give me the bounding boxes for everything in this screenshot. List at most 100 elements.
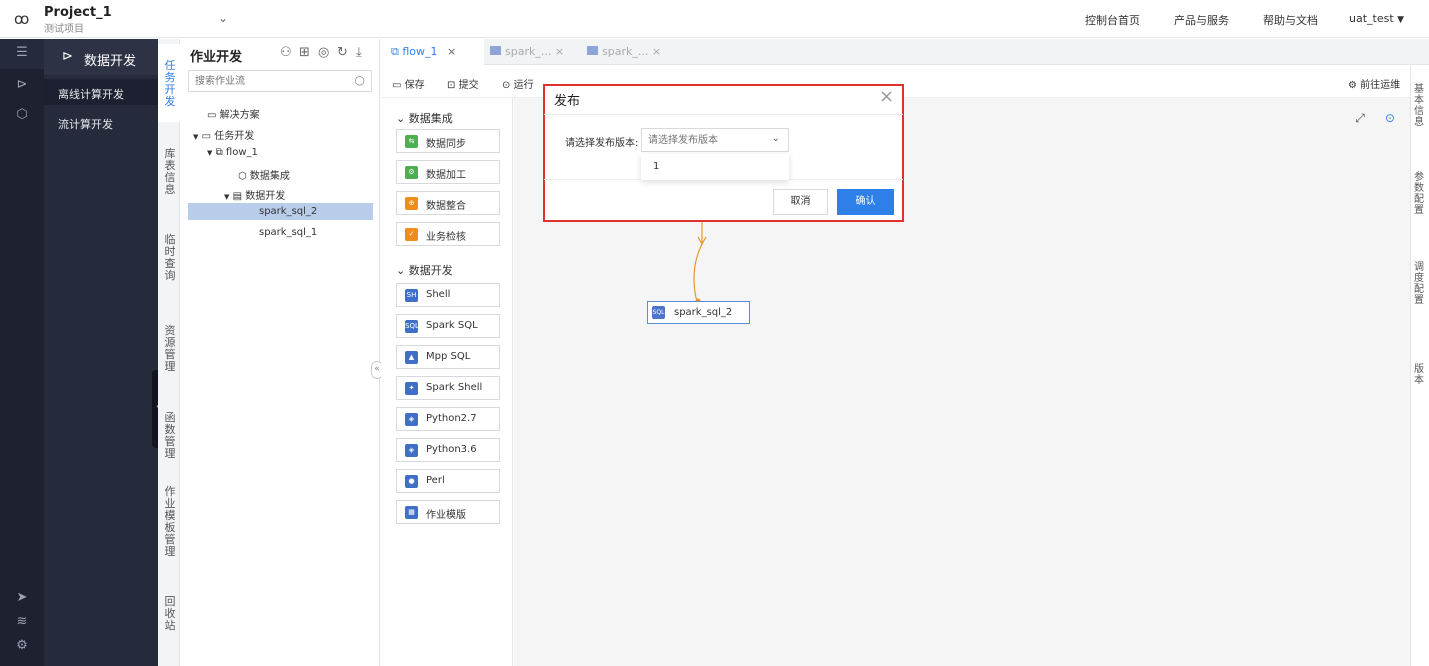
palette-item-shell[interactable]: SH Shell: [396, 283, 500, 307]
tree-search-input[interactable]: [195, 74, 345, 89]
locate-icon[interactable]: ⊙: [1380, 108, 1400, 128]
data-dev-icon[interactable]: ⊳: [0, 77, 44, 92]
palette-item-label: 数据加工: [426, 170, 466, 181]
save-icon: ▭: [392, 80, 402, 91]
close-icon[interactable]: ×: [652, 45, 661, 58]
side-menu-item-stream[interactable]: 流计算开发: [58, 116, 113, 132]
rs-param-config[interactable]: 参数配置: [1414, 172, 1426, 216]
ops-icon: ⚙: [1348, 80, 1357, 91]
send-icon[interactable]: ➤: [0, 590, 44, 605]
vtab-task-dev[interactable]: 任务开发: [164, 60, 176, 108]
tab-spark-1[interactable]: spark_... ×: [490, 39, 564, 65]
version-option[interactable]: 1: [653, 161, 659, 172]
palette-item-template[interactable]: ▦ 作业模版: [396, 500, 500, 524]
search-icon[interactable]: ○: [355, 73, 365, 87]
palette-item-perl[interactable]: ● Perl: [396, 469, 500, 493]
submit-label: 提交: [458, 80, 479, 91]
data-dev-title-icon: ⊳: [62, 49, 73, 64]
run-button[interactable]: ⊙ 运行: [502, 76, 534, 91]
side-menu-item-offline[interactable]: 离线计算开发: [58, 86, 124, 102]
vtab-templates[interactable]: 作业模板管理: [164, 486, 176, 558]
palette-item-label: 业务检核: [426, 232, 466, 243]
version-select[interactable]: ⌄: [641, 128, 789, 152]
vtab-resources[interactable]: 资源管理: [164, 325, 176, 373]
tree-row-label: flow_1: [225, 147, 258, 158]
rs-schedule-config[interactable]: 调度配置: [1414, 262, 1426, 306]
nav-products[interactable]: 产品与服务: [1174, 12, 1229, 28]
template-icon: ▦: [405, 506, 418, 519]
flow-node-spark-sql-2[interactable]: SQL spark_sql_2: [647, 301, 750, 324]
vtab-temp-query[interactable]: 临时查询: [164, 234, 176, 282]
tree-row-flow1[interactable]: ▼ ⧉ flow_1: [207, 147, 258, 158]
palette-item-sync[interactable]: ⇆ 数据同步: [396, 129, 500, 153]
sync-icon: ⇆: [405, 135, 418, 148]
tree-row-spark-sql-2[interactable]: spark_sql_2: [259, 206, 317, 217]
close-icon[interactable]: ×: [447, 45, 456, 58]
tree-row-label: 数据集成: [249, 171, 290, 182]
menu-icon[interactable]: ☰: [0, 45, 44, 60]
target-icon[interactable]: ◎: [318, 45, 329, 60]
chevron-down-icon: ⌄: [771, 133, 780, 144]
caret-down-icon: ▼: [1397, 15, 1405, 25]
save-button[interactable]: ▭ 保存: [392, 76, 425, 91]
tab-spark-2[interactable]: spark_... ×: [587, 39, 661, 65]
perl-icon: ●: [405, 475, 418, 488]
download-icon[interactable]: ⤓: [356, 45, 362, 60]
palette-item-check[interactable]: ✓ 业务检核: [396, 222, 500, 246]
side-menu: [44, 39, 158, 666]
folder-icon: ▭: [207, 110, 217, 121]
palette-item-python27[interactable]: ◈ Python2.7: [396, 407, 500, 431]
project-name[interactable]: Project_1: [44, 5, 112, 20]
dialog-divider: [544, 114, 903, 115]
goto-ops-button[interactable]: ⚙ 前往运维: [1348, 76, 1400, 91]
palette-item-label: Perl: [426, 475, 445, 486]
cube-icon[interactable]: ⬡: [0, 107, 44, 122]
nav-help-docs[interactable]: 帮助与文档: [1263, 12, 1318, 28]
refresh-icon[interactable]: ↻: [337, 45, 348, 60]
tree-row-label: 任务开发: [214, 131, 255, 142]
palette-item-merge[interactable]: ⊕ 数据整合: [396, 191, 500, 215]
cancel-button[interactable]: 取消: [773, 189, 828, 215]
layers-icon[interactable]: ≋: [0, 614, 44, 629]
user-menu[interactable]: uat_test ▼: [1349, 12, 1404, 25]
palette-item-process[interactable]: ⚙ 数据加工: [396, 160, 500, 184]
ops-icon[interactable]: ⚙: [0, 638, 44, 653]
sql-icon: [587, 46, 598, 55]
spark-icon: ✦: [405, 382, 418, 395]
submit-button[interactable]: ⊡ 提交: [447, 76, 479, 91]
palette-item-spark-sql[interactable]: SQL Spark SQL: [396, 314, 500, 338]
tree-row-spark-sql-1[interactable]: spark_sql_1: [259, 227, 317, 238]
project-subtitle: 测试项目: [44, 24, 84, 35]
palette-group-integration[interactable]: ⌄ 数据集成: [396, 110, 453, 126]
palette-item-spark-shell[interactable]: ✦ Spark Shell: [396, 376, 500, 400]
close-icon[interactable]: ×: [555, 45, 564, 58]
rs-version[interactable]: 版本: [1414, 364, 1426, 386]
flow-icon: ⧉: [391, 45, 399, 58]
tree-row-data-integration[interactable]: ⬡ 数据集成: [238, 167, 290, 182]
vtab-functions[interactable]: 函数管理: [164, 412, 176, 460]
tree-row-solutions[interactable]: ▭ 解决方案: [207, 106, 260, 121]
dialog-footer-divider: [544, 179, 641, 180]
user-add-icon[interactable]: ⚇: [280, 45, 292, 60]
rs-basic-info[interactable]: 基本信息: [1414, 84, 1426, 128]
palette-item-python36[interactable]: ◈ Python3.6: [396, 438, 500, 462]
tree-row-data-dev[interactable]: ▼ ▤ 数据开发: [224, 187, 285, 202]
vtab-tables[interactable]: 库表信息: [164, 148, 176, 196]
save-label: 保存: [404, 80, 425, 91]
logo-icon: ꝏ: [14, 10, 30, 28]
vtab-recycle[interactable]: 回收站: [164, 596, 176, 632]
nav-console-home[interactable]: 控制台首页: [1085, 12, 1140, 28]
submit-icon: ⊡: [447, 80, 456, 91]
tree-row-task-dev[interactable]: ▼ ▭ 任务开发: [193, 127, 254, 142]
side-menu-title: 数据开发: [84, 54, 137, 69]
palette-group-dev[interactable]: ⌄ 数据开发: [396, 262, 453, 278]
palette-item-mpp-sql[interactable]: ▲ Mpp SQL: [396, 345, 500, 369]
fullscreen-icon[interactable]: ⤢: [1350, 108, 1370, 128]
version-select-input[interactable]: [648, 133, 768, 147]
tab-flow1[interactable]: ⧉ flow_1 ×: [381, 39, 484, 65]
close-icon[interactable]: ×: [879, 86, 894, 107]
confirm-button[interactable]: 确认: [837, 189, 894, 215]
chevron-down-icon[interactable]: ⌄: [218, 11, 228, 25]
add-file-icon[interactable]: ⊞: [299, 45, 310, 60]
palette-item-label: Python2.7: [426, 413, 477, 424]
